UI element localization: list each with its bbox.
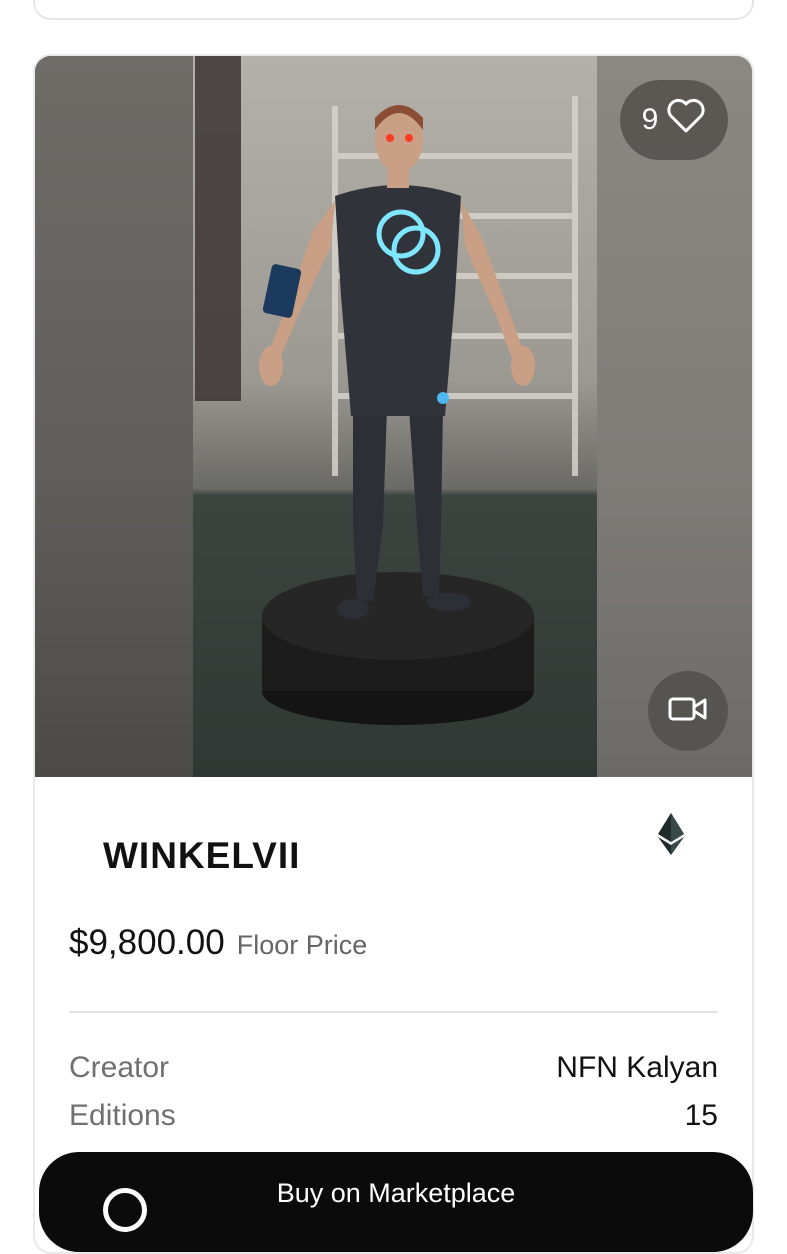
like-count: 9	[641, 103, 659, 136]
action-figure-image	[195, 56, 578, 725]
nft-media[interactable]: 9	[35, 56, 752, 777]
divider	[69, 1011, 718, 1013]
editions-row: Editions 15	[69, 1099, 718, 1133]
title-row: WINKELVII	[69, 777, 718, 897]
editions-value: 15	[684, 1099, 718, 1132]
creator-label: Creator	[69, 1051, 170, 1084]
creator-value[interactable]: NFN Kalyan	[556, 1051, 718, 1085]
video-camera-icon	[668, 695, 708, 728]
ethereum-icon	[658, 813, 684, 860]
creator-row: Creator NFN Kalyan	[69, 1051, 718, 1085]
editions-label: Editions	[69, 1099, 176, 1132]
price-row: $9,800.00 Floor Price	[69, 923, 367, 963]
nft-card[interactable]: 9 WINKELVII $9,800.00 Floor Price Creato…	[33, 54, 754, 1254]
previous-card-bottom	[33, 0, 754, 20]
video-toggle-button[interactable]	[648, 671, 728, 751]
nft-info: WINKELVII $9,800.00 Floor Price Creator …	[35, 777, 752, 1132]
floor-price-value: $9,800.00	[69, 923, 225, 962]
nft-title: WINKELVII	[103, 835, 301, 876]
buy-on-marketplace-button[interactable]: Buy on Marketplace	[39, 1152, 753, 1252]
heart-icon	[666, 98, 706, 142]
buy-button-label: Buy on Marketplace	[276, 1178, 516, 1208]
floor-price-label: Floor Price	[236, 930, 368, 960]
like-count-pill[interactable]: 9	[620, 80, 728, 160]
